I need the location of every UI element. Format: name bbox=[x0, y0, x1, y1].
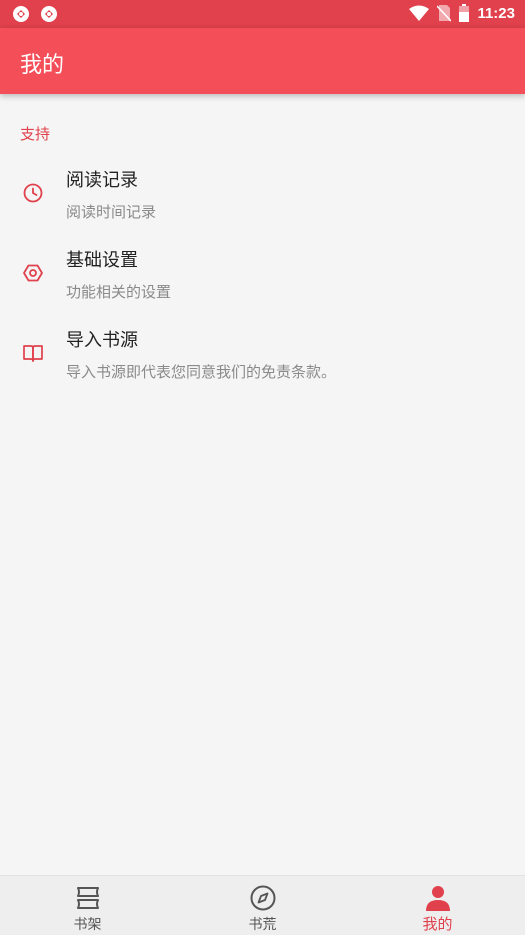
bottom-navigation: 书架 书荒 我的 bbox=[0, 875, 525, 935]
status-right-icons: 11:23 bbox=[409, 4, 515, 22]
person-icon bbox=[426, 886, 450, 911]
item-title: 阅读记录 bbox=[66, 170, 138, 191]
item-subtitle: 阅读时间记录 bbox=[66, 203, 157, 221]
status-time: 11:23 bbox=[477, 4, 515, 22]
reading-history-item[interactable]: 阅读记录 阅读时间记录 bbox=[0, 155, 525, 235]
nav-label-discover: 书荒 bbox=[248, 917, 277, 933]
bookshelf-icon bbox=[77, 887, 99, 909]
item-title: 导入书源 bbox=[66, 330, 138, 351]
item-subtitle: 导入书源即代表您同意我们的免责条款。 bbox=[66, 363, 337, 381]
nav-mine[interactable]: 我的 bbox=[350, 876, 525, 935]
wifi-icon bbox=[409, 5, 430, 21]
status-left-icons bbox=[12, 5, 58, 23]
item-subtitle: 功能相关的设置 bbox=[66, 283, 172, 301]
nav-label-mine: 我的 bbox=[422, 915, 453, 933]
clock-icon bbox=[23, 183, 43, 203]
compass-icon bbox=[250, 885, 276, 911]
nav-label-bookshelf: 书架 bbox=[73, 917, 102, 933]
section-header: 支持 bbox=[20, 125, 51, 143]
app-notification-icon bbox=[41, 6, 57, 22]
app-bar: 我的 bbox=[0, 28, 525, 94]
no-sim-icon bbox=[437, 5, 452, 22]
status-bar: 11:23 bbox=[0, 0, 525, 28]
app-notification-icon bbox=[13, 6, 29, 22]
book-icon bbox=[23, 345, 43, 362]
item-title: 基础设置 bbox=[66, 250, 138, 271]
nav-discover[interactable]: 书荒 bbox=[175, 876, 350, 935]
page-title: 我的 bbox=[20, 53, 65, 78]
import-source-item[interactable]: 导入书源 导入书源即代表您同意我们的免责条款。 bbox=[0, 315, 525, 395]
battery-icon bbox=[459, 4, 470, 22]
settings-icon bbox=[23, 264, 43, 282]
nav-bookshelf[interactable]: 书架 bbox=[0, 876, 175, 935]
basic-settings-item[interactable]: 基础设置 功能相关的设置 bbox=[0, 235, 525, 315]
